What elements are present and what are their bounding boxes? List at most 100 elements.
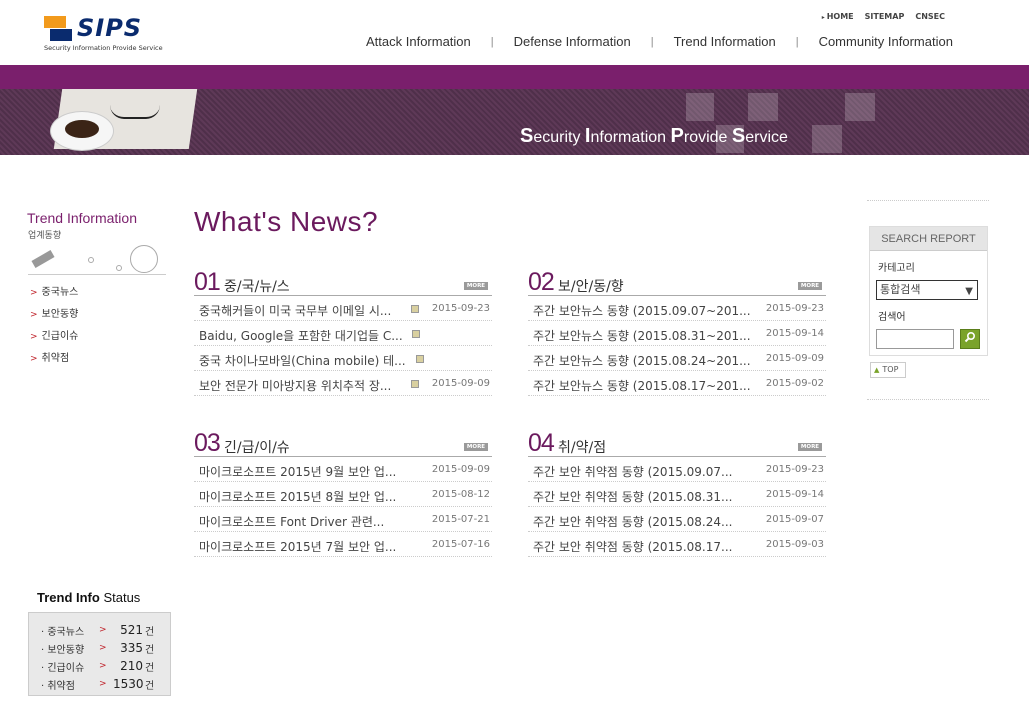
sidebar-item-urgent-issue[interactable]: > 긴급이슈 (30, 330, 78, 352)
globe-icon (130, 245, 158, 273)
list-item[interactable]: 주간 보안 취약점 동향 (2015.09.07... 2015-09-23 (528, 457, 826, 482)
section-header: 02 보/안/동/향 MORE (528, 268, 826, 296)
news-list: 주간 보안뉴스 동향 (2015.09.07~201... 2015-09-23 … (528, 296, 826, 396)
arrow-right-icon: > (99, 625, 107, 635)
main-nav: Attack Information | Defense Information… (366, 34, 953, 49)
status-row[interactable]: · 보안동향 >335 건 (41, 639, 170, 657)
new-icon (411, 305, 419, 313)
list-item[interactable]: 주간 보안 취약점 동향 (2015.08.24... 2015-09-07 (528, 507, 826, 532)
category-label: 카테고리 (878, 263, 915, 274)
list-item[interactable]: 마이크로소프트 2015년 9월 보안 업... 2015-09-09 (194, 457, 492, 482)
arrow-right-icon: > (30, 354, 38, 364)
utility-links: ▸ HOME SITEMAP CNSEC (822, 12, 945, 21)
status-box: · 중국뉴스 >521 건 · 보안동향 >335 건 · 긴급이슈 >210 건 · 취약… (28, 612, 171, 696)
section-number: 04 (528, 429, 555, 457)
decor-square (748, 93, 778, 121)
status-row[interactable]: · 중국뉴스 >521 건 (41, 621, 170, 639)
sidebar-title: Trend Information (27, 210, 137, 226)
nav-trend-information[interactable]: Trend Information (674, 34, 776, 49)
news-list: 중국해커들이 미국 국무부 이메일 시... 2015-09-23 Baidu, … (194, 296, 492, 396)
banner-title: Security Information Provide Service (520, 125, 788, 147)
section-category: 중/국/뉴/스 (224, 279, 290, 295)
satellite-icon (31, 250, 55, 268)
list-item[interactable]: 주간 보안뉴스 동향 (2015.08.31~201... 2015-09-14 (528, 321, 826, 346)
arrow-right-icon: > (99, 661, 107, 671)
list-item[interactable]: 주간 보안 취약점 동향 (2015.08.17... 2015-09-03 (528, 532, 826, 557)
arrow-right-icon: > (30, 288, 38, 298)
coffee-cup-image (50, 111, 114, 151)
list-item[interactable]: 마이크로소프트 2015년 8월 보안 업... 2015-08-12 (194, 482, 492, 507)
site-logo[interactable]: SIPS Security Information Provide Servic… (44, 14, 163, 54)
more-button[interactable]: MORE (464, 282, 488, 290)
section-header: 01 중/국/뉴/스 MORE (194, 268, 492, 296)
list-item[interactable]: 보안 전문가 미아방지용 위치추적 장... 2015-09-09 (194, 371, 492, 396)
search-icon (964, 331, 976, 343)
decor-square (812, 125, 842, 153)
list-item[interactable]: 주간 보안뉴스 동향 (2015.08.17~201... 2015-09-02 (528, 371, 826, 396)
section-category: 취/약/점 (558, 440, 607, 456)
util-link-cnsec[interactable]: CNSEC (915, 12, 945, 21)
news-section-urgent-issue: 03 긴/급/이/슈 MORE 마이크로소프트 2015년 9월 보안 업...… (194, 429, 492, 557)
list-item[interactable]: 주간 보안 취약점 동향 (2015.08.31... 2015-09-14 (528, 482, 826, 507)
list-item[interactable]: 주간 보안뉴스 동향 (2015.08.24~201... 2015-09-09 (528, 346, 826, 371)
new-icon (411, 380, 419, 388)
more-button[interactable]: MORE (798, 282, 822, 290)
nav-attack-information[interactable]: Attack Information (366, 34, 471, 49)
logo-mark-icon (44, 16, 72, 41)
status-row[interactable]: · 취약점 >1530 건 (41, 675, 170, 693)
section-number: 03 (194, 429, 221, 457)
section-number: 01 (194, 268, 221, 296)
list-item[interactable]: 마이크로소프트 2015년 7월 보안 업... 2015-07-16 (194, 532, 492, 557)
search-input[interactable] (876, 329, 954, 349)
new-icon (412, 330, 420, 338)
section-number: 02 (528, 268, 555, 296)
logo-text: SIPS (77, 14, 143, 42)
search-report-box: SEARCH REPORT 카테고리 통합검색 ▼ 검색어 (869, 226, 988, 356)
top-button[interactable]: ▲ TOP (870, 362, 906, 378)
section-header: 04 취/약/점 MORE (528, 429, 826, 457)
arrow-right-icon: > (99, 679, 107, 689)
keyword-label: 검색어 (878, 312, 906, 323)
section-category: 보/안/동/향 (558, 279, 624, 295)
list-item[interactable]: Baidu, Google을 포함한 대기업들 C... (194, 321, 492, 346)
glasses-image (110, 105, 160, 119)
more-button[interactable]: MORE (798, 443, 822, 451)
arrow-right-icon: > (99, 643, 107, 653)
nav-community-information[interactable]: Community Information (819, 34, 953, 49)
dot-icon (88, 257, 94, 263)
status-title: Trend Info Status (37, 590, 141, 605)
list-item[interactable]: 마이크로소프트 Font Driver 관련... 2015-07-21 (194, 507, 492, 532)
dot-icon (116, 265, 122, 271)
news-list: 주간 보안 취약점 동향 (2015.09.07... 2015-09-23 주간… (528, 457, 826, 557)
sidebar-item-china-news[interactable]: > 중국뉴스 (30, 286, 78, 308)
sidebar-subtitle: 업계동향 (28, 231, 62, 241)
news-section-china: 01 중/국/뉴/스 MORE 중국해커들이 미국 국무부 이메일 시... 20… (194, 268, 492, 396)
decor-square (686, 93, 714, 121)
util-link-home[interactable]: ▸ HOME (822, 12, 854, 21)
nav-separator: | (650, 35, 654, 48)
category-select[interactable]: 통합검색 ▼ (876, 280, 978, 300)
list-item[interactable]: 주간 보안뉴스 동향 (2015.09.07~201... 2015-09-23 (528, 296, 826, 321)
section-header: 03 긴/급/이/슈 MORE (194, 429, 492, 457)
list-item[interactable]: 중국 차이나모바일(China mobile) 테... (194, 346, 492, 371)
logo-subtitle: Security Information Provide Service (44, 44, 163, 52)
nav-separator: | (795, 35, 799, 48)
purple-bar (0, 65, 1029, 89)
status-row[interactable]: · 긴급이슈 >210 건 (41, 657, 170, 675)
search-row (876, 329, 987, 349)
more-button[interactable]: MORE (464, 443, 488, 451)
arrow-right-icon: > (30, 310, 38, 320)
sidebar-item-vulnerability[interactable]: > 취약점 (30, 352, 78, 374)
nav-defense-information[interactable]: Defense Information (514, 34, 631, 49)
sidebar-graphic (28, 243, 166, 275)
news-list: 마이크로소프트 2015년 9월 보안 업... 2015-09-09 마이크로소… (194, 457, 492, 557)
nav-separator: | (490, 35, 494, 48)
banner: Security Information Provide Service (0, 89, 1029, 155)
section-category: 긴/급/이/슈 (224, 440, 290, 456)
news-section-security-trend: 02 보/안/동/향 MORE 주간 보안뉴스 동향 (2015.09.07~2… (528, 268, 826, 396)
sidebar-item-security-trend[interactable]: > 보안동향 (30, 308, 78, 330)
list-item[interactable]: 중국해커들이 미국 국무부 이메일 시... 2015-09-23 (194, 296, 492, 321)
search-button[interactable] (960, 329, 980, 349)
page-title: What's News? (194, 206, 379, 237)
util-link-sitemap[interactable]: SITEMAP (865, 12, 905, 21)
